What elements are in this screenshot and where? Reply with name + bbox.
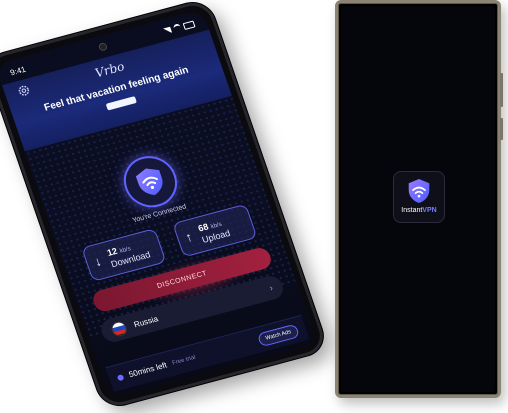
upload-value: 68 (196, 221, 210, 234)
instant-vpn-shield-icon (408, 179, 430, 203)
vpn-app-screen: 9:41 Vrbo Feel that vacation feeling aga… (0, 8, 318, 400)
power-button (500, 118, 503, 140)
russia-flag-icon (109, 319, 129, 338)
volume-button (500, 73, 503, 107)
app-name: InstantVPN (401, 207, 437, 214)
app-icon-tile[interactable]: InstantVPN (393, 171, 445, 223)
splash-screen: InstantVPN (341, 6, 495, 392)
shield-wifi-icon (135, 168, 163, 195)
status-time: 9:41 (8, 64, 27, 77)
download-arrow-icon: ↓ (92, 253, 104, 270)
phone-right: InstantVPN (335, 0, 503, 398)
wifi-icon (172, 23, 183, 33)
time-left-sub: Free trial (171, 354, 197, 367)
battery-icon (182, 20, 196, 30)
time-left: 50mins left (127, 360, 169, 380)
watch-ads-button[interactable]: Watch Ads (256, 323, 300, 347)
download-value: 12 (105, 245, 119, 258)
ad-cta-button[interactable] (105, 96, 137, 111)
signal-icon (162, 26, 173, 35)
phone-left: 9:41 Vrbo Feel that vacation feeling aga… (0, 0, 329, 410)
upload-arrow-icon: ↑ (183, 229, 195, 245)
phone-bezel: 9:41 Vrbo Feel that vacation feeling aga… (0, 0, 329, 410)
timer-dot-icon (116, 373, 125, 381)
